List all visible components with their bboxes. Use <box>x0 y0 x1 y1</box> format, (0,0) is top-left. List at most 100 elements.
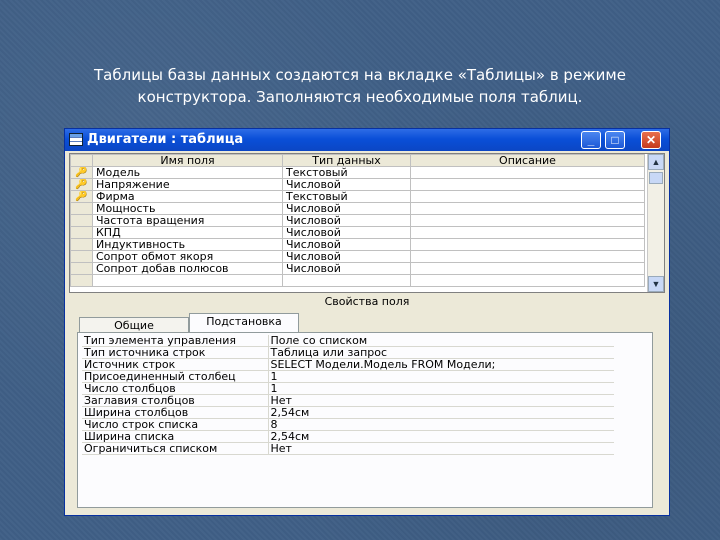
row-selector[interactable] <box>70 202 93 215</box>
property-value[interactable]: SELECT Модели.Модель FROM Модели; <box>267 358 614 371</box>
data-type-cell[interactable]: Числовой <box>282 226 411 239</box>
caption-line-2: конструктора. Заполняются необходимые по… <box>137 88 583 106</box>
empty-cell[interactable] <box>410 274 645 287</box>
data-type-cell[interactable]: Числовой <box>282 238 411 251</box>
row-selector-header <box>70 154 93 167</box>
field-row[interactable]: Индуктивность Числовой <box>70 238 645 251</box>
field-name-cell[interactable]: КПД <box>92 226 283 239</box>
property-value[interactable]: 2,54см <box>267 406 614 419</box>
property-row[interactable]: Ширина столбцов 2,54см <box>82 406 614 419</box>
property-value[interactable]: 1 <box>267 382 614 395</box>
scroll-thumb[interactable] <box>649 172 663 184</box>
close-icon[interactable]: ✕ <box>641 131 661 149</box>
property-value[interactable]: 8 <box>267 418 614 431</box>
property-value[interactable]: 2,54см <box>267 430 614 443</box>
description-cell[interactable] <box>410 226 645 239</box>
property-row[interactable]: Тип элемента управления Поле со списком <box>82 335 614 347</box>
property-name: Тип элемента управления <box>82 335 268 347</box>
property-name: Ширина столбцов <box>82 406 268 419</box>
field-row[interactable]: 🔑 Напряжение Числовой <box>70 178 645 191</box>
field-row[interactable]: 🔑 Модель Текстовый <box>70 166 645 179</box>
property-value[interactable]: Таблица или запрос <box>267 346 614 359</box>
property-value[interactable]: Поле со списком <box>267 335 614 347</box>
window-title: Двигатели : таблица <box>87 132 244 147</box>
property-row[interactable]: Ширина списка 2,54см <box>82 430 614 443</box>
data-type-cell[interactable]: Числовой <box>282 202 411 215</box>
field-name-cell[interactable]: Индуктивность <box>92 238 283 251</box>
empty-field-row[interactable] <box>70 274 645 287</box>
description-cell[interactable] <box>410 214 645 227</box>
data-type-cell[interactable]: Числовой <box>282 178 411 191</box>
field-row[interactable]: Сопрот обмот якоря Числовой <box>70 250 645 263</box>
property-name: Число строк списка <box>82 418 268 431</box>
property-name: Ширина списка <box>82 430 268 443</box>
window-titlebar[interactable]: Двигатели : таблица _ □ ✕ <box>65 129 669 151</box>
row-selector[interactable] <box>70 238 93 251</box>
data-type-cell[interactable]: Числовой <box>282 214 411 227</box>
property-row[interactable]: Источник строк SELECT Модели.Модель FROM … <box>82 358 614 371</box>
field-row[interactable]: 🔑 Фирма Текстовый <box>70 190 645 203</box>
empty-cell[interactable] <box>282 274 411 287</box>
column-header-description: Описание <box>410 154 645 167</box>
property-row[interactable]: Заглавия столбцов Нет <box>82 394 614 407</box>
property-name: Ограничиться списком <box>82 442 268 455</box>
row-selector[interactable] <box>70 250 93 263</box>
field-name-cell[interactable]: Модель <box>92 166 283 179</box>
field-name-cell[interactable]: Мощность <box>92 202 283 215</box>
description-cell[interactable] <box>410 250 645 263</box>
row-selector[interactable] <box>70 214 93 227</box>
maximize-icon[interactable]: □ <box>605 131 625 149</box>
property-row[interactable]: Тип источника строк Таблица или запрос <box>82 346 614 359</box>
field-name-cell[interactable]: Частота вращения <box>92 214 283 227</box>
row-selector[interactable] <box>70 226 93 239</box>
empty-cell[interactable] <box>92 274 283 287</box>
field-row[interactable]: Мощность Числовой <box>70 202 645 215</box>
description-cell[interactable] <box>410 238 645 251</box>
property-name: Присоединенный столбец <box>82 370 268 383</box>
property-name: Число столбцов <box>82 382 268 395</box>
description-cell[interactable] <box>410 190 645 203</box>
field-row[interactable]: КПД Числовой <box>70 226 645 239</box>
property-value[interactable]: Нет <box>267 442 614 455</box>
field-name-cell[interactable]: Напряжение <box>92 178 283 191</box>
property-value[interactable]: 1 <box>267 370 614 383</box>
properties-table: Тип элемента управления Поле со списком Ти… <box>82 335 614 455</box>
data-type-cell[interactable]: Текстовый <box>282 190 411 203</box>
primary-key-icon[interactable]: 🔑 <box>70 190 93 203</box>
tab-lookup[interactable]: Подстановка <box>189 313 299 333</box>
data-type-cell[interactable]: Числовой <box>282 262 411 275</box>
minimize-icon[interactable]: _ <box>581 131 601 149</box>
description-cell[interactable] <box>410 166 645 179</box>
field-properties-panel: Общие Подстановка Тип элемента управлени… <box>69 311 665 511</box>
field-name-cell[interactable]: Сопрот добав полюсов <box>92 262 283 275</box>
scroll-down-icon[interactable]: ▼ <box>648 276 664 292</box>
row-selector[interactable] <box>70 274 93 287</box>
slide-caption: Таблицы базы данных создаются на вкладке… <box>60 64 660 108</box>
description-cell[interactable] <box>410 178 645 191</box>
description-cell[interactable] <box>410 202 645 215</box>
data-type-cell[interactable]: Числовой <box>282 250 411 263</box>
primary-key-icon[interactable]: 🔑 <box>70 166 93 179</box>
fields-table: Имя поля Тип данных Описание 🔑 Модель Текс… <box>70 154 645 287</box>
field-row[interactable]: Частота вращения Числовой <box>70 214 645 227</box>
primary-key-icon[interactable]: 🔑 <box>70 178 93 191</box>
scroll-up-icon[interactable]: ▲ <box>648 154 664 170</box>
data-type-cell[interactable]: Текстовый <box>282 166 411 179</box>
property-name: Тип источника строк <box>82 346 268 359</box>
fields-grid: Имя поля Тип данных Описание 🔑 Модель Текс… <box>69 153 665 293</box>
field-properties-title: Свойства поля <box>324 295 410 308</box>
fields-scrollbar[interactable]: ▲ ▼ <box>647 154 664 292</box>
field-row[interactable]: Сопрот добав полюсов Числовой <box>70 262 645 275</box>
row-selector[interactable] <box>70 262 93 275</box>
column-header-field-name: Имя поля <box>92 154 283 167</box>
caption-line-1: Таблицы базы данных создаются на вкладке… <box>94 66 626 84</box>
description-cell[interactable] <box>410 262 645 275</box>
property-value[interactable]: Нет <box>267 394 614 407</box>
property-row[interactable]: Число столбцов 1 <box>82 382 614 395</box>
property-row[interactable]: Присоединенный столбец 1 <box>82 370 614 383</box>
property-row[interactable]: Ограничиться списком Нет <box>82 442 614 455</box>
field-name-cell[interactable]: Сопрот обмот якоря <box>92 250 283 263</box>
field-name-cell[interactable]: Фирма <box>92 190 283 203</box>
property-row[interactable]: Число строк списка 8 <box>82 418 614 431</box>
table-design-window: Двигатели : таблица _ □ ✕ Имя поля Тип д… <box>64 128 670 516</box>
